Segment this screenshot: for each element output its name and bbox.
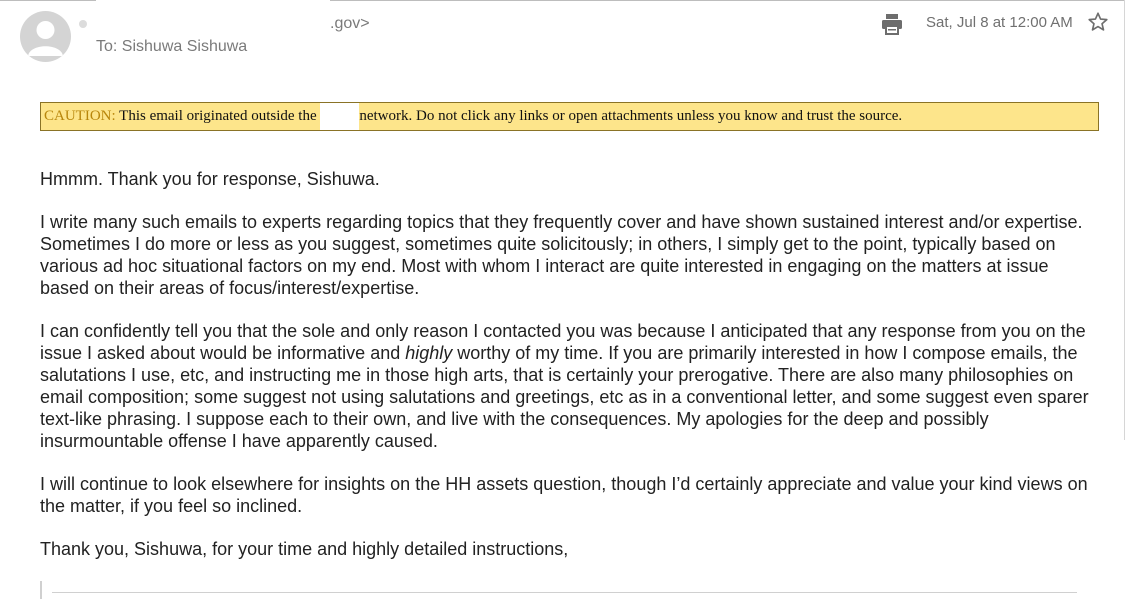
emphasis-text: highly bbox=[405, 343, 453, 363]
redacted-sender-name bbox=[96, 0, 330, 4]
message-body: Hmmm. Thank you for response, Sishuwa. I… bbox=[40, 168, 1090, 560]
message-date: Sat, Jul 8 at 12:00 AM bbox=[926, 14, 1073, 31]
star-icon[interactable] bbox=[1087, 11, 1109, 33]
greeting-paragraph: Hmmm. Thank you for response, Sishuwa. bbox=[40, 169, 380, 189]
quoted-text-divider bbox=[52, 592, 1077, 593]
print-icon[interactable] bbox=[880, 12, 904, 36]
signoff-paragraph: Thank you, Sishuwa, for your time and hi… bbox=[40, 539, 569, 559]
avatar-icon[interactable] bbox=[20, 11, 71, 62]
caution-text-before: This email originated outside the bbox=[115, 108, 321, 124]
sender-address[interactable]: .gov> bbox=[330, 15, 370, 33]
body-paragraph: I will continue to look elsewhere for in… bbox=[40, 474, 1088, 516]
body-paragraph: I write many such emails to experts rega… bbox=[40, 212, 1083, 298]
recipient-line[interactable]: To: Sishuwa Sishuwa bbox=[96, 38, 247, 56]
caution-label: CAUTION: bbox=[44, 108, 116, 124]
body-paragraph: I can confidently tell you that the sole… bbox=[40, 320, 1090, 452]
quoted-text-bar bbox=[40, 581, 42, 599]
caution-banner: CAUTION: This email originated outside t… bbox=[40, 102, 1099, 131]
caution-text-after: network. Do not click any links or open … bbox=[359, 108, 903, 124]
redacted-organization bbox=[320, 103, 360, 130]
presence-dot bbox=[79, 20, 87, 28]
